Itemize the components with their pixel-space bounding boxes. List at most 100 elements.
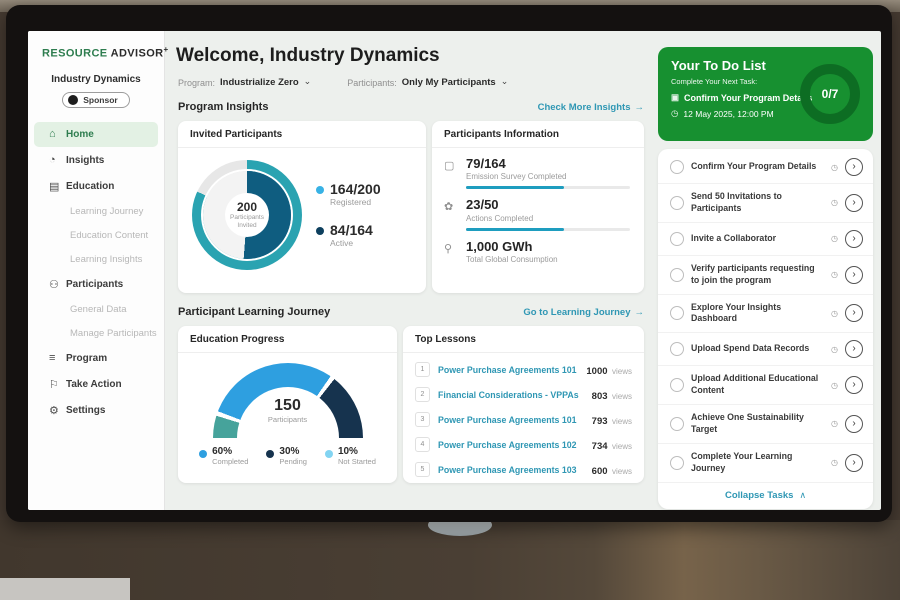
invited-card-body: 200 Participants Invited <box>178 148 426 270</box>
sidebar-item-icon: ≡ <box>49 352 66 364</box>
task-chevron-button[interactable]: › <box>845 376 863 394</box>
sidebar-item[interactable]: ⚙ Settings <box>34 398 158 423</box>
invited-card-title: Invited Participants <box>178 121 426 148</box>
dashboard-screen: RESOURCE ADVISOR+ Industry Dynamics Spon… <box>28 31 881 510</box>
legend-percent: 30% <box>279 446 307 457</box>
task-chevron-button[interactable]: › <box>845 158 863 176</box>
app-logo: RESOURCE ADVISOR+ <box>42 45 164 60</box>
stat-progress-fill <box>466 228 564 231</box>
todo-task-row[interactable]: Explore Your Insights Dashboard ◷ › <box>658 295 873 334</box>
legend-value: 164/200 <box>330 182 381 197</box>
todo-task-row[interactable]: Achieve One Sustainability Target ◷ › <box>658 405 873 444</box>
lesson-views: 793 views <box>592 411 632 429</box>
page-title: Welcome, Industry Dynamics <box>176 45 658 67</box>
info-stats: ▢ 79/164 Emission Survey Completed <box>432 148 644 264</box>
sidebar-item[interactable]: ≡ Program <box>34 346 158 371</box>
task-checkbox[interactable] <box>670 160 684 174</box>
task-chevron-button[interactable]: › <box>845 304 863 322</box>
program-insights-header: Program Insights Check More Insights→ <box>178 101 644 113</box>
task-checkbox[interactable] <box>670 456 684 470</box>
legend-label: Not Started <box>338 457 376 466</box>
task-checkbox[interactable] <box>670 378 684 392</box>
todo-task-row[interactable]: Verify participants requesting to join t… <box>658 256 873 295</box>
todo-task-row[interactable]: Confirm Your Program Details ◷ › <box>658 151 873 184</box>
journey-cards-row: Education Progress 150 Participants <box>178 326 658 483</box>
todo-task-row[interactable]: Send 50 Invitations to Participants ◷ › <box>658 184 873 223</box>
task-label: Verify participants requesting to join t… <box>691 263 824 287</box>
legend-label: Active <box>330 238 373 248</box>
lesson-title-link[interactable]: Power Purchase Agreements 101 <box>438 365 586 375</box>
sidebar-item[interactable]: ⚐ Take Action <box>34 372 158 397</box>
sidebar-item[interactable]: Learning Insights <box>34 248 158 271</box>
task-label: Upload Additional Educational Content <box>691 373 824 397</box>
task-chevron-button[interactable]: › <box>845 194 863 212</box>
lesson-title-link[interactable]: Power Purchase Agreements 101 <box>438 415 592 425</box>
task-checkbox[interactable] <box>670 196 684 210</box>
task-checkbox[interactable] <box>670 417 684 431</box>
lesson-row: 5 Power Purchase Agreements 103 600 view… <box>415 457 632 482</box>
task-checkbox[interactable] <box>670 268 684 282</box>
task-chevron-button[interactable]: › <box>845 266 863 284</box>
collapse-tasks-link[interactable]: Collapse Tasks ∧ <box>658 483 873 507</box>
filter-dropdown[interactable]: Program: Industrialize Zero ⌄ <box>178 77 311 88</box>
lesson-views: 803 views <box>592 386 632 404</box>
todo-tasks-list: Confirm Your Program Details ◷ › Send 50… <box>658 151 873 483</box>
task-label: Complete Your Learning Journey <box>691 451 824 475</box>
gauge-wrap: 150 Participants 60% <box>178 353 397 466</box>
check-more-insights-link[interactable]: Check More Insights→ <box>538 102 644 113</box>
lesson-title-link[interactable]: Financial Considerations - VPPAs <box>438 390 592 400</box>
task-checkbox[interactable] <box>670 232 684 246</box>
sponsor-badge: Sponsor <box>62 92 129 108</box>
task-checkbox[interactable] <box>670 306 684 320</box>
sidebar-item-label: Learning Insights <box>70 254 142 265</box>
sidebar-item[interactable]: Manage Participants <box>34 322 158 345</box>
sidebar-item[interactable]: ◔ Insights <box>34 148 158 173</box>
task-chevron-button[interactable]: › <box>845 415 863 433</box>
lesson-rank-badge: 3 <box>415 412 430 427</box>
lesson-title-link[interactable]: Power Purchase Agreements 103 <box>438 465 592 475</box>
donut-legend-item: 164/200 Registered <box>316 182 381 207</box>
lesson-title-link[interactable]: Power Purchase Agreements 102 <box>438 440 592 450</box>
legend-label: Completed <box>212 457 248 466</box>
go-to-learning-journey-link[interactable]: Go to Learning Journey→ <box>523 307 644 318</box>
task-clock-icon: ◷ <box>831 234 838 243</box>
sidebar-item-label: Take Action <box>66 379 122 390</box>
todo-summary-card: Your To Do List Complete Your Next Task:… <box>658 47 873 141</box>
organization-name: Industry Dynamics <box>28 74 164 85</box>
education-gauge-chart: 150 Participants <box>213 363 363 439</box>
sidebar-item-label: Education <box>66 181 114 192</box>
sidebar-item[interactable]: ⚇ Participants <box>34 272 158 297</box>
sidebar-item-icon: ◔ <box>49 154 66 166</box>
stat-row: ⚲ 1,000 GWh Total Global Consumption <box>444 240 630 264</box>
todo-task-row[interactable]: Upload Additional Educational Content ◷ … <box>658 366 873 405</box>
stat-icon: ✿ <box>444 200 458 230</box>
invited-participants-card: Invited Participants 200 Participants In… <box>178 121 426 293</box>
todo-task-row[interactable]: Invite a Collaborator ◷ › <box>658 223 873 256</box>
sidebar-item[interactable]: Education Content <box>34 224 158 247</box>
filter-dropdown[interactable]: Participants: Only My Participants ⌄ <box>347 77 508 88</box>
sidebar-item[interactable]: ▤ Education <box>34 174 158 199</box>
learning-journey-header: Participant Learning Journey Go to Learn… <box>178 306 644 318</box>
todo-task-row[interactable]: Complete Your Learning Journey ◷ › <box>658 444 873 483</box>
lesson-rank-badge: 5 <box>415 462 430 477</box>
task-chevron-button[interactable]: › <box>845 454 863 472</box>
lessons-list: 1 Power Purchase Agreements 101 1000 vie… <box>403 353 644 482</box>
todo-progress-count: 0/7 <box>822 87 839 101</box>
sidebar-item[interactable]: General Data <box>34 298 158 321</box>
chevron-right-icon: › <box>852 457 855 468</box>
sponsor-badge-icon <box>68 95 78 105</box>
todo-progress-ring: 0/7 <box>800 64 860 124</box>
todo-task-row[interactable]: Upload Spend Data Records ◷ › <box>658 333 873 366</box>
participants-information-card: Participants Information ▢ 79/164 Emissi… <box>432 121 644 293</box>
stat-value: 23/50 <box>466 198 630 212</box>
sidebar-item[interactable]: Learning Journey <box>34 200 158 223</box>
stat-label: Actions Completed <box>466 214 630 223</box>
legend-dot-icon <box>316 227 324 235</box>
task-checkbox[interactable] <box>670 342 684 356</box>
logo-resource: RESOURCE <box>42 48 108 60</box>
task-chevron-button[interactable]: › <box>845 340 863 358</box>
legend-label: Pending <box>279 457 307 466</box>
donut-legend-item: 84/164 Active <box>316 223 381 248</box>
sidebar-item[interactable]: ⌂ Home <box>34 122 158 147</box>
task-chevron-button[interactable]: › <box>845 230 863 248</box>
